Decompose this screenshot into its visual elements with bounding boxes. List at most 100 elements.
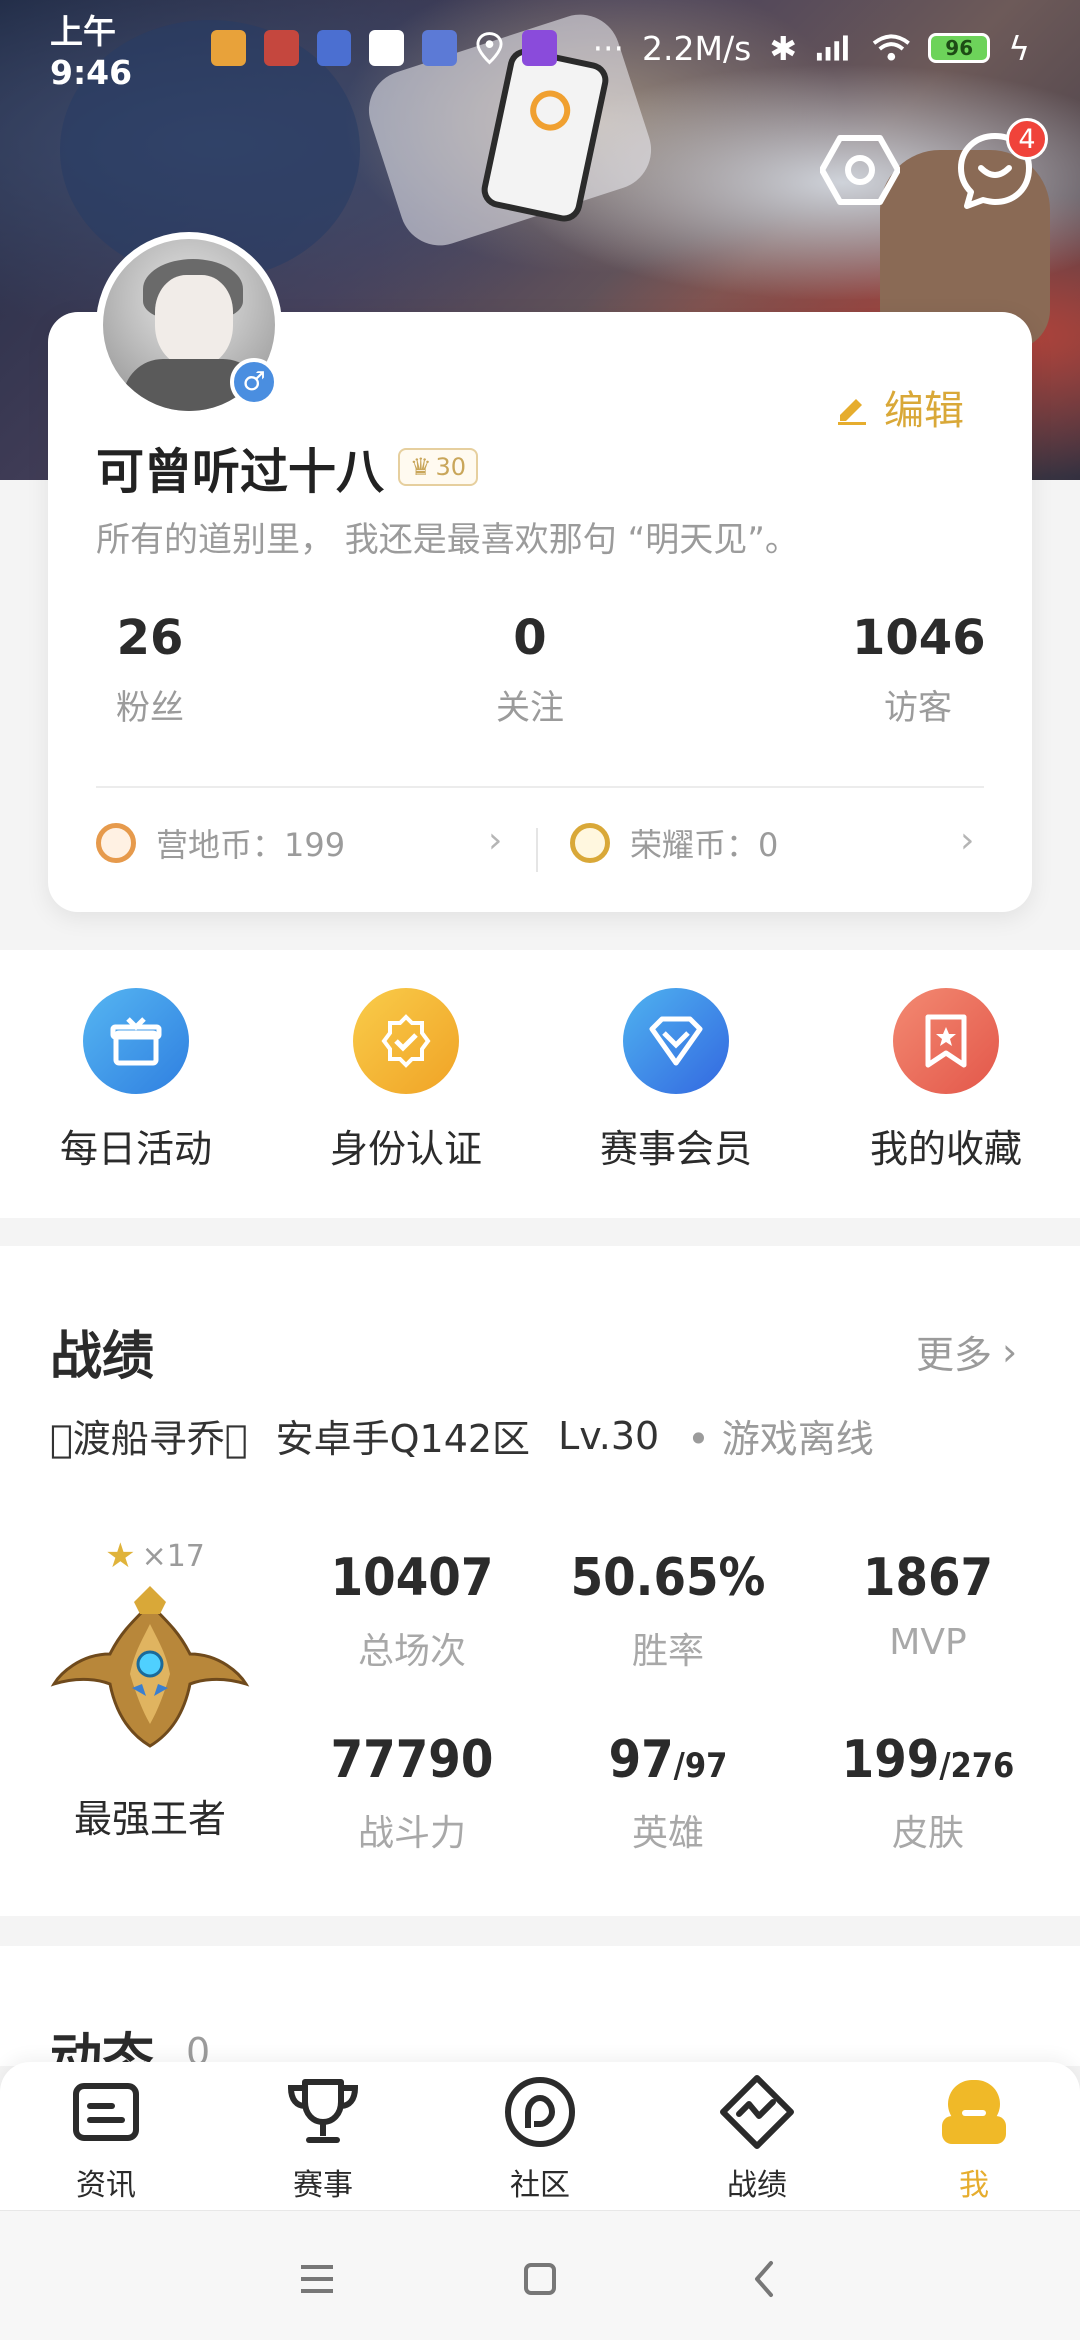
- bottom-tab-bar: 资讯 赛事 社区 战绩 我: [0, 2062, 1080, 2210]
- mvp-value: 1867: [862, 1548, 994, 1608]
- edit-label: 编辑: [884, 388, 964, 434]
- diamond-icon: [623, 988, 729, 1094]
- coin-divider: [536, 828, 538, 872]
- card-divider: [96, 786, 984, 788]
- mvp-label: MVP: [889, 1622, 967, 1663]
- network-speed: 2.2M/s: [642, 28, 752, 68]
- game-app-icon: [422, 30, 457, 66]
- wifi-icon: [872, 34, 910, 61]
- tab-record-label: 战绩: [727, 2168, 787, 2203]
- fans-label: 粉丝: [116, 688, 184, 728]
- bookmark-icon: [893, 988, 999, 1094]
- record-more-link[interactable]: 更多 ›: [916, 1324, 1017, 1379]
- win-rate-value: 50.65%: [570, 1548, 766, 1608]
- level-badge: ♛ 30: [398, 448, 479, 486]
- male-gender-icon: ♂: [230, 358, 278, 406]
- following-label: 关注: [496, 688, 564, 728]
- tab-community-label: 社区: [510, 2168, 570, 2203]
- dynamic-section: 动态 0: [0, 1946, 1080, 2089]
- identity-verify-button[interactable]: 身份认证: [306, 988, 506, 1173]
- tab-me[interactable]: 我: [894, 2072, 1054, 2204]
- tab-me-label: 我: [959, 2168, 989, 2203]
- fans-stat[interactable]: 26 粉丝: [90, 610, 210, 729]
- total-games-value: 10407: [330, 1548, 494, 1608]
- rank-block: ★ ×17 最强王者: [40, 1536, 260, 1843]
- honor-coin-label: 荣耀币：0: [630, 826, 779, 864]
- following-count: 0: [513, 610, 547, 666]
- follow-stats: 26 粉丝 0 关注 1046 访客: [96, 610, 986, 750]
- video-app-icon: [521, 30, 557, 66]
- chevron-right-icon: ›: [488, 820, 503, 861]
- skins-stat: 199/276 皮肤: [818, 1730, 1038, 1856]
- combat-power-stat: 77790 战斗力: [302, 1730, 522, 1856]
- visitors-stat[interactable]: 1046 访客: [852, 610, 986, 729]
- event-member-label: 赛事会员: [599, 1127, 752, 1171]
- tab-news-label: 资讯: [76, 2168, 136, 2203]
- total-games-stat: 10407 总场次: [302, 1548, 522, 1674]
- profile-bio: 所有的道别里， 我还是最喜欢那句 “明天见”。: [96, 520, 799, 560]
- home-icon[interactable]: [510, 2249, 570, 2309]
- profile-icon: [942, 2080, 1006, 2144]
- tab-news[interactable]: 资讯: [26, 2072, 186, 2204]
- status-bar: 上午9:46 ··· 2.2M/s ✱ 96 ϟ: [0, 0, 1080, 96]
- crown-icon: ♛: [410, 453, 432, 481]
- tab-community[interactable]: 社区: [460, 2072, 620, 2204]
- gift-icon: [83, 988, 189, 1094]
- settings-icon[interactable]: [820, 130, 900, 210]
- camp-coin-icon: [96, 823, 136, 863]
- my-favorites-button[interactable]: 我的收藏: [846, 988, 1046, 1173]
- visitors-label: 访客: [884, 688, 952, 728]
- following-stat[interactable]: 0 关注: [470, 610, 590, 729]
- rank-star-count: ×17: [141, 1538, 205, 1574]
- edit-profile-button[interactable]: 编辑: [834, 378, 964, 436]
- rank-name: 最强王者: [73, 1797, 226, 1841]
- record-icon: [720, 2075, 794, 2149]
- back-icon[interactable]: [735, 2249, 795, 2309]
- role-status: • 游戏离线: [687, 1417, 874, 1461]
- tab-record[interactable]: 战绩: [677, 2072, 837, 2204]
- role-level: Lv.30: [558, 1413, 660, 1458]
- tab-events[interactable]: 赛事: [243, 2072, 403, 2204]
- rank-stars: ★ ×17: [50, 1536, 260, 1576]
- fans-count: 26: [116, 610, 184, 666]
- daily-activity-button[interactable]: 每日活动: [36, 988, 236, 1173]
- news-icon: [73, 2083, 139, 2141]
- shortcut-section: 每日活动 身份认证 赛事会员 我的收藏: [0, 950, 1080, 1218]
- tab-events-label: 赛事: [293, 2168, 353, 2203]
- visitors-count: 1046: [852, 610, 986, 666]
- identity-verify-label: 身份认证: [329, 1127, 482, 1171]
- event-member-button[interactable]: 赛事会员: [576, 988, 776, 1173]
- heroes-value: 97/97: [608, 1730, 728, 1790]
- message-badge: 4: [1006, 118, 1048, 160]
- pencil-icon: [838, 399, 866, 425]
- mvp-stat: 1867 MVP: [818, 1548, 1038, 1663]
- status-text: 游戏离线: [721, 1417, 874, 1461]
- record-title: 战绩: [50, 1327, 155, 1387]
- community-icon: [505, 2077, 575, 2147]
- role-name:  渡船寻乔 : [50, 1417, 248, 1461]
- honor-coin-icon: [570, 823, 610, 863]
- signal-icon: [816, 35, 848, 61]
- skins-value: 199/276: [841, 1730, 1015, 1790]
- my-favorites-label: 我的收藏: [869, 1127, 1022, 1171]
- combat-power-value: 77790: [330, 1730, 494, 1790]
- bluetooth-icon: ✱: [769, 28, 797, 68]
- system-navigation-bar: [0, 2210, 1080, 2340]
- menu-icon[interactable]: [287, 2249, 347, 2309]
- profile-nickname: 可曾听过十八 ♛ 30: [96, 432, 479, 502]
- heroes-label: 英雄: [631, 1813, 704, 1854]
- level-value: 30: [435, 453, 467, 481]
- combat-power-label: 战斗力: [357, 1813, 466, 1854]
- nickname-text: 可曾听过十八: [96, 444, 385, 500]
- more-label: 更多: [916, 1333, 993, 1377]
- battery-icon: 96: [928, 33, 991, 63]
- location-icon: [476, 32, 503, 65]
- role-server: 安卓手Q142区: [275, 1417, 531, 1461]
- camp-coin-item[interactable]: 营地币：199: [96, 820, 345, 866]
- daily-activity-label: 每日活动: [59, 1127, 212, 1171]
- honor-coin-item[interactable]: 荣耀币：0: [570, 820, 778, 866]
- record-section: 战绩 更多 ›  渡船寻乔  安卓手Q142区 Lv.30 • 游戏离线 ★ ×…: [0, 1246, 1080, 1916]
- more-icon: ···: [592, 28, 625, 68]
- skins-label: 皮肤: [891, 1813, 964, 1854]
- verify-icon: [353, 988, 459, 1094]
